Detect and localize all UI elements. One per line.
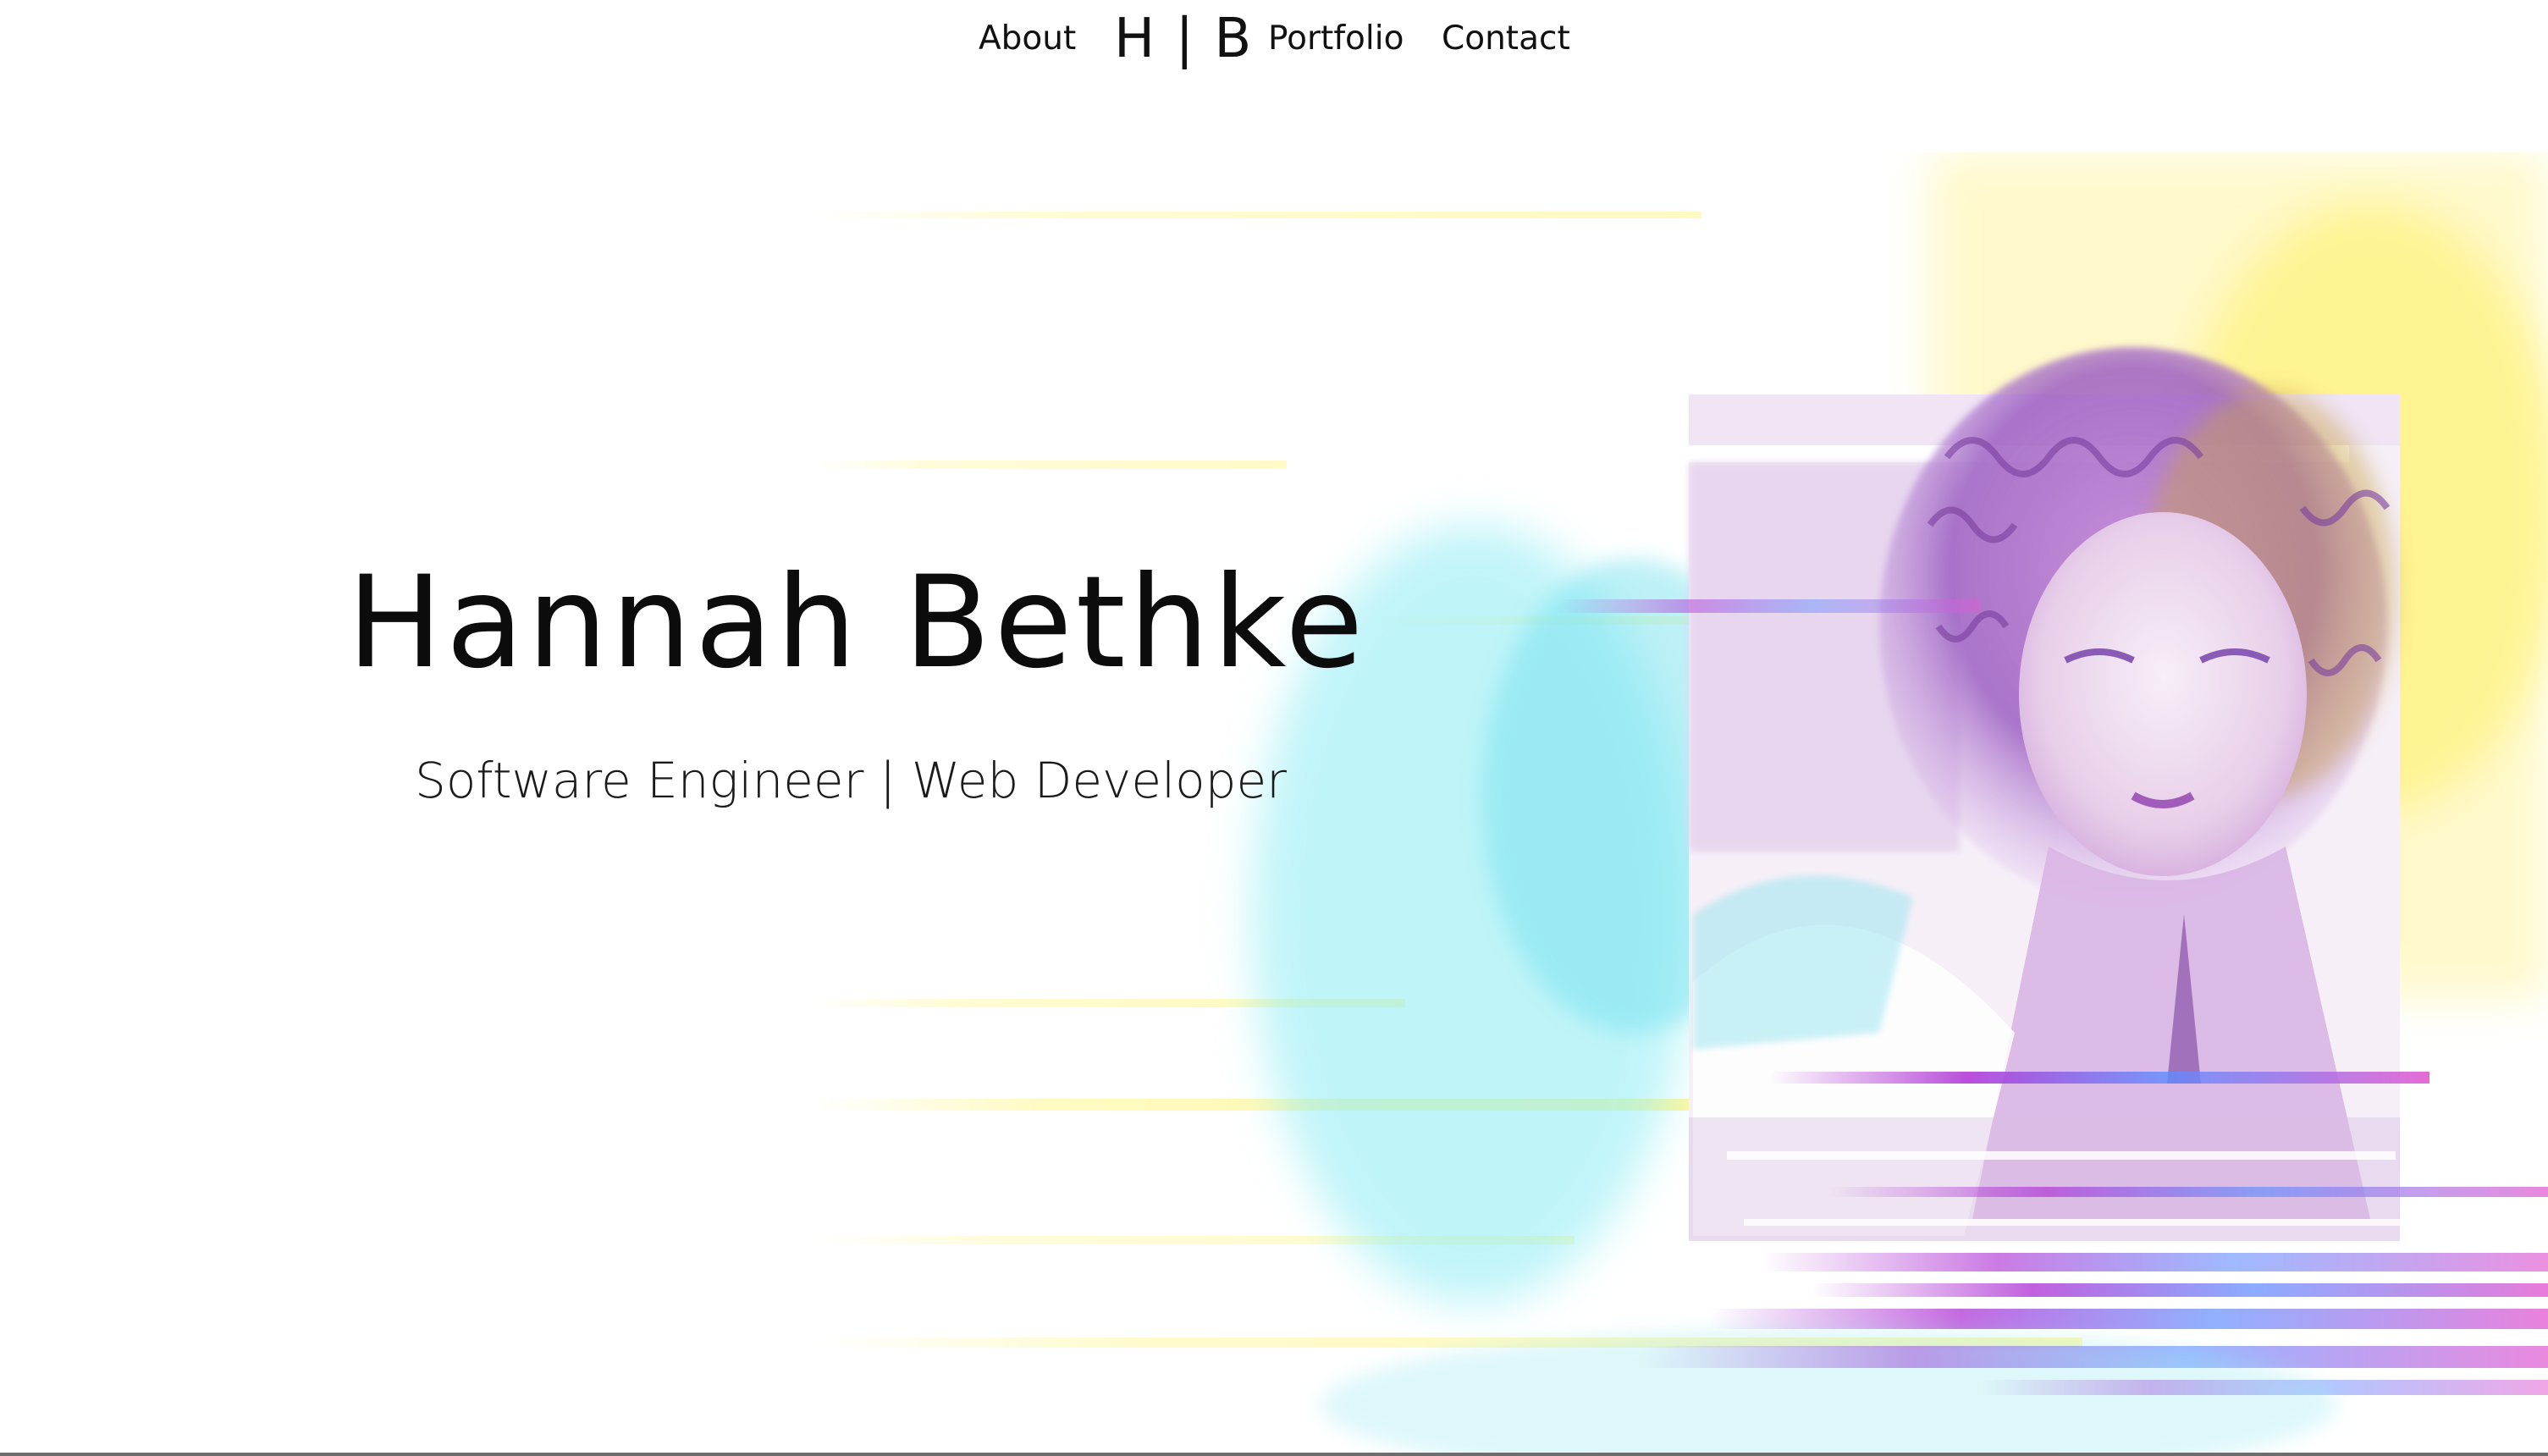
nav-portfolio-link[interactable]: Portfolio [1268,15,1404,63]
logo-home-link[interactable]: H | B [1114,5,1253,73]
nav-contact-link[interactable]: Contact [1442,15,1570,63]
hero-name-heading: Hannah Bethke [347,549,1367,697]
page: About H | B Portfolio Contact Hannah Bet… [0,0,2548,1456]
top-nav: About H | B Portfolio Contact [0,0,2548,85]
bottom-divider [0,1453,2548,1456]
hero-role-subtitle: Software Engineer | Web Developer [415,752,1288,809]
nav-about-link[interactable]: About [979,15,1076,63]
